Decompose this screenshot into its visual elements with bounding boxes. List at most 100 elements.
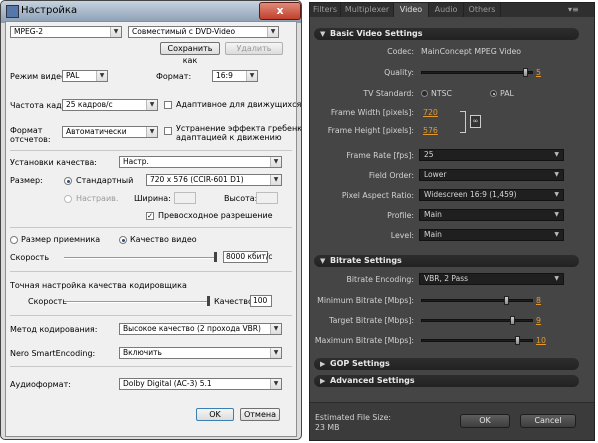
field-order-select[interactable]: Lower ▼ bbox=[419, 169, 564, 181]
target-bitrate-slider-thumb[interactable] bbox=[509, 316, 515, 325]
bitrate-settings-header[interactable]: ▼ Bitrate Settings bbox=[314, 255, 579, 267]
save-as-button[interactable]: Сохранить как bbox=[160, 42, 220, 65]
pixel-aspect-ratio-label: Pixel Aspect Ratio: bbox=[341, 191, 414, 200]
max-bitrate-value[interactable]: 10 bbox=[536, 336, 546, 345]
tab-video[interactable]: Video bbox=[394, 3, 429, 17]
frame-rate-select[interactable]: 25 ▼ bbox=[419, 149, 564, 161]
tab-bar: Filters Multiplexer Video Audio Others ▾… bbox=[310, 3, 594, 17]
link-bracket bbox=[460, 111, 466, 133]
frame-height-value[interactable]: 576 bbox=[423, 126, 438, 135]
chevron-down-icon: ▼ bbox=[270, 379, 281, 389]
chevron-down-icon: ▼ bbox=[554, 231, 559, 238]
close-button[interactable]: x bbox=[259, 2, 301, 20]
profile-select[interactable]: Main ▼ bbox=[419, 209, 564, 221]
tab-others[interactable]: Others bbox=[464, 3, 501, 17]
height-field[interactable] bbox=[256, 192, 278, 204]
tab-multiplexer[interactable]: Multiplexer bbox=[341, 3, 394, 17]
bitrate-field[interactable]: 8000 кбит/с bbox=[223, 251, 273, 263]
width-field[interactable] bbox=[174, 192, 196, 204]
frame-width-value[interactable]: 720 bbox=[423, 108, 438, 117]
frame-rate-label: Frame Rate [fps]: bbox=[346, 151, 414, 160]
encoder-fine-tune-label: Точная настройка качества кодировщика bbox=[10, 281, 187, 290]
quality-settings-select[interactable]: Настр. ▼ bbox=[119, 156, 282, 168]
format-label: Формат: bbox=[156, 72, 192, 81]
dialog-title: Настройка bbox=[21, 5, 78, 16]
receiver-size-radio[interactable] bbox=[10, 236, 18, 244]
chevron-down-icon: ▼ bbox=[267, 27, 278, 37]
audio-format-select[interactable]: Dolby Digital (AC-3) 5.1 ▼ bbox=[119, 378, 282, 390]
estimated-size-value: 23 MB bbox=[315, 423, 340, 432]
dialog-client-area: MPEG-2 ▼ Совместимый с DVD-Video ▼ Сохрани… bbox=[5, 21, 301, 437]
gop-settings-header[interactable]: ▶ GOP Settings bbox=[314, 358, 579, 370]
min-bitrate-slider-thumb[interactable] bbox=[504, 296, 510, 305]
estimated-size-label: Estimated File Size: bbox=[315, 413, 392, 422]
chain-link-icon[interactable]: ∞ bbox=[470, 115, 481, 128]
profile-format-select[interactable]: MPEG-2 ▼ bbox=[10, 26, 122, 38]
chevron-down-icon: ▼ bbox=[554, 191, 559, 198]
target-bitrate-value[interactable]: 9 bbox=[536, 316, 541, 325]
bitrate-slider-thumb[interactable] bbox=[214, 252, 217, 262]
cancel-button[interactable]: Cancel bbox=[520, 414, 576, 428]
pal-label: PAL bbox=[500, 89, 514, 98]
expand-arrow-icon: ▶ bbox=[320, 377, 326, 385]
title-bar[interactable]: Настройка x bbox=[1, 1, 301, 21]
bitrate-slider-track[interactable] bbox=[64, 257, 216, 259]
collapse-arrow-icon: ▼ bbox=[320, 257, 326, 265]
encoder-slider-thumb[interactable] bbox=[207, 296, 210, 306]
min-bitrate-slider-track[interactable] bbox=[421, 299, 533, 302]
quality-slider-thumb[interactable] bbox=[522, 68, 528, 77]
deinterlace-checkbox[interactable] bbox=[164, 127, 172, 135]
app-icon bbox=[6, 5, 19, 18]
size-label: Размер: bbox=[10, 176, 43, 185]
profile-preset-select[interactable]: Совместимый с DVD-Video ▼ bbox=[128, 26, 279, 38]
ntsc-radio[interactable] bbox=[421, 90, 428, 97]
chevron-down-icon: ▼ bbox=[270, 175, 281, 185]
target-bitrate-slider-track[interactable] bbox=[421, 319, 533, 322]
chevron-down-icon: ▼ bbox=[146, 127, 157, 137]
chevron-down-icon: ▼ bbox=[554, 151, 559, 158]
smart-encoding-select[interactable]: Включить ▼ bbox=[119, 347, 282, 359]
quality-value[interactable]: 5 bbox=[536, 68, 541, 77]
standard-size-radio[interactable] bbox=[64, 177, 72, 185]
max-bitrate-slider-thumb[interactable] bbox=[515, 336, 521, 345]
video-quality-radio[interactable] bbox=[119, 236, 127, 244]
frame-height-label: Frame Height [pixels]: bbox=[327, 126, 414, 135]
cancel-button[interactable]: Отмена bbox=[240, 408, 280, 421]
superior-resolution-label: Превосходное разрешение bbox=[158, 211, 273, 220]
basic-video-settings-header[interactable]: ▼ Basic Video Settings bbox=[314, 28, 579, 40]
format-select[interactable]: 16:9 ▼ bbox=[212, 70, 258, 82]
pixel-aspect-ratio-select[interactable]: Widescreen 16:9 (1,459) ▼ bbox=[419, 189, 564, 201]
superior-resolution-checkbox[interactable]: ✓ bbox=[146, 212, 154, 220]
custom-size-radio[interactable] bbox=[64, 195, 72, 203]
smart-encoding-label: Nero SmartEncoding: bbox=[10, 349, 96, 358]
ok-button[interactable]: OK bbox=[196, 408, 234, 421]
chevron-down-icon: ▼ bbox=[270, 324, 281, 334]
quality-label: Quality: bbox=[384, 68, 414, 77]
standard-size-select[interactable]: 720 x 576 (CCIR-601 D1) ▼ bbox=[146, 174, 282, 186]
level-select[interactable]: Main ▼ bbox=[419, 229, 564, 241]
tab-filters[interactable]: Filters bbox=[310, 3, 341, 17]
adaptive-checkbox[interactable] bbox=[164, 101, 172, 109]
frame-rate-select[interactable]: 25 кадров/с ▼ bbox=[62, 99, 158, 111]
encoder-speed-label: Скорость bbox=[28, 297, 68, 306]
video-mode-select[interactable]: PAL ▼ bbox=[62, 70, 108, 82]
encoder-quality-field[interactable]: 100 bbox=[250, 295, 272, 307]
frame-width-label: Frame Width [pixels]: bbox=[330, 108, 414, 117]
pal-radio[interactable] bbox=[490, 90, 497, 97]
scan-format-select[interactable]: Автоматически ▼ bbox=[62, 126, 158, 138]
bitrate-encoding-select[interactable]: VBR, 2 Pass ▼ bbox=[419, 273, 564, 285]
min-bitrate-label: Minimum Bitrate [Mbps]: bbox=[317, 296, 414, 305]
encoder-slider-track[interactable] bbox=[64, 301, 210, 303]
chevron-down-icon: ▼ bbox=[554, 275, 559, 282]
encoding-method-select[interactable]: Высокое качество (2 прохода VBR) ▼ bbox=[119, 323, 282, 335]
tab-audio[interactable]: Audio bbox=[429, 3, 464, 17]
advanced-settings-header[interactable]: ▶ Advanced Settings bbox=[314, 375, 579, 387]
max-bitrate-label: Maximum Bitrate [Mbps]: bbox=[314, 336, 414, 345]
audio-format-label: Аудиоформат: bbox=[10, 380, 71, 389]
ok-button[interactable]: OK bbox=[460, 414, 510, 428]
panel-menu-icon[interactable]: ▾≡ bbox=[568, 5, 579, 14]
deinterlace-label-2: адаптацией к движению bbox=[176, 133, 282, 142]
quality-slider-track[interactable] bbox=[421, 71, 533, 74]
min-bitrate-value[interactable]: 8 bbox=[536, 296, 541, 305]
delete-button[interactable]: Удалить bbox=[225, 42, 283, 55]
